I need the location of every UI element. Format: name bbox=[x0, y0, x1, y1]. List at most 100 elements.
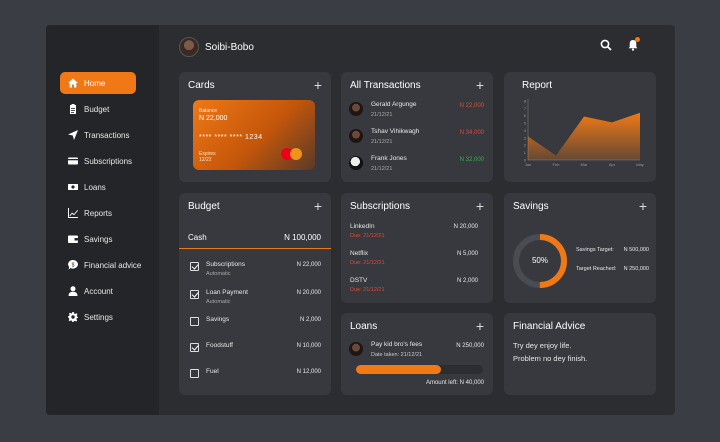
budget-checkbox[interactable] bbox=[190, 262, 199, 271]
sidebar-item-financial-advice[interactable]: $ Financial advice bbox=[60, 254, 152, 276]
subscription-row[interactable]: DSTV Due: 21/12/21 N 2,000 bbox=[350, 277, 478, 299]
add-savings-button[interactable]: + bbox=[639, 199, 647, 213]
sidebar-item-transactions[interactable]: Transactions bbox=[60, 124, 136, 146]
sidebar-item-budget[interactable]: Budget bbox=[60, 98, 136, 120]
savings-reached-label: Target Reached: bbox=[576, 266, 617, 272]
loan-amount: N 250,000 bbox=[456, 343, 484, 349]
transaction-row[interactable]: Frank Jones 21/12/21 N 32,000 bbox=[349, 155, 484, 175]
home-icon bbox=[68, 78, 78, 88]
financial-advice-panel: Financial Advice Try dey enjoy life. Pro… bbox=[504, 313, 656, 395]
chart-x-tick: May bbox=[636, 162, 644, 167]
budget-item-sub: Automatic bbox=[206, 271, 231, 277]
cash-label: Cash bbox=[188, 233, 207, 242]
budget-row[interactable]: Savings N 2,000 bbox=[190, 314, 321, 334]
chart-y-tick: 8 bbox=[524, 98, 527, 103]
budget-item-name: Loan Payment bbox=[206, 289, 248, 296]
cards-panel: Cards + Balance N 22,000 **** **** **** … bbox=[179, 72, 331, 182]
budget-item-name: Savings bbox=[206, 316, 230, 323]
sidebar-item-settings[interactable]: Settings bbox=[60, 306, 136, 328]
loans-panel: Loans + Pay kid bro's fees Date taken: 2… bbox=[341, 313, 493, 395]
sidebar-item-reports[interactable]: Reports bbox=[60, 202, 136, 224]
budget-checkbox[interactable] bbox=[190, 317, 199, 326]
sidebar-item-subscriptions[interactable]: Subscriptions bbox=[60, 150, 136, 172]
budget-row[interactable]: Fuel N 12,000 bbox=[190, 366, 321, 386]
savings-target-label: Savings Target: bbox=[576, 247, 614, 253]
add-transaction-button[interactable]: + bbox=[476, 78, 484, 92]
transaction-date: 21/12/21 bbox=[371, 112, 393, 118]
transaction-name: Tshav Vihikwagh bbox=[371, 128, 420, 135]
subscription-due: Due: 21/12/21 bbox=[350, 233, 385, 239]
gear-icon bbox=[68, 312, 78, 322]
card-expiry: 12/22 bbox=[199, 157, 212, 163]
chart-icon bbox=[68, 208, 78, 218]
add-loan-button[interactable]: + bbox=[476, 319, 484, 333]
loan-name: Pay kid bro's fees bbox=[371, 341, 423, 348]
subscription-name: LinkedIn bbox=[350, 223, 375, 230]
transaction-name: Gerald Argunge bbox=[371, 101, 417, 108]
add-budget-button[interactable]: + bbox=[314, 199, 322, 213]
search-icon[interactable] bbox=[600, 38, 612, 51]
transaction-date: 21/12/21 bbox=[371, 139, 393, 145]
report-panel: Report 0 1 2 3 4 5 6 7 8 Jan Feb Mar Apr May bbox=[504, 72, 656, 182]
avatar bbox=[349, 102, 363, 116]
subscription-due: Due: 21/12/21 bbox=[350, 260, 385, 266]
balance-label: Balance bbox=[199, 108, 218, 114]
transaction-row[interactable]: Tshav Vihikwagh 21/12/21 N 34,000 bbox=[349, 128, 484, 148]
chart-x-tick: Feb bbox=[553, 162, 561, 167]
savings-percent: 50% bbox=[531, 256, 548, 265]
add-subscription-button[interactable]: + bbox=[476, 199, 484, 213]
username: Soibi-Bobo bbox=[205, 41, 254, 53]
sidebar-item-loans[interactable]: Loans bbox=[60, 176, 136, 198]
budget-row[interactable]: Subscriptions Automatic N 22,000 bbox=[190, 259, 321, 279]
sidebar-item-label: Loans bbox=[84, 182, 106, 192]
avatar bbox=[349, 156, 363, 170]
bank-card[interactable]: Balance N 22,000 **** **** **** 1234 Exp… bbox=[193, 100, 315, 170]
subscription-row[interactable]: LinkedIn Due: 21/12/21 N 20,000 bbox=[350, 223, 478, 245]
sidebar-item-home[interactable]: Home bbox=[60, 72, 136, 94]
chart-x-tick: Apr bbox=[609, 162, 616, 167]
bell-icon[interactable] bbox=[627, 37, 640, 51]
user-profile[interactable]: Soibi-Bobo bbox=[179, 37, 254, 57]
loan-row[interactable]: Pay kid bro's fees Date taken: 21/12/21 … bbox=[349, 341, 484, 361]
subscription-name: Netflix bbox=[350, 250, 369, 257]
budget-item-name: Subscriptions bbox=[206, 261, 246, 268]
transaction-name: Frank Jones bbox=[371, 155, 407, 162]
subscription-row[interactable]: Netflix Due: 21/12/21 N 5,000 bbox=[350, 250, 478, 272]
chart-y-tick: 3 bbox=[524, 135, 527, 140]
chart-x-tick: Mar bbox=[581, 162, 589, 167]
budget-row[interactable]: Foodstuff N 10,000 bbox=[190, 340, 321, 360]
subscription-name: DSTV bbox=[350, 277, 368, 284]
clipboard-icon bbox=[68, 104, 78, 114]
subscriptions-panel: Subscriptions + LinkedIn Due: 21/12/21 N… bbox=[341, 193, 493, 303]
budget-row[interactable]: Loan Payment Automatic N 20,000 bbox=[190, 287, 321, 307]
budget-checkbox[interactable] bbox=[190, 369, 199, 378]
budget-item-amount: N 2,000 bbox=[299, 317, 321, 323]
transaction-row[interactable]: Gerald Argunge 21/12/21 N 22,000 bbox=[349, 101, 484, 121]
sidebar-item-account[interactable]: Account bbox=[60, 280, 136, 302]
sidebar-item-label: Reports bbox=[84, 208, 113, 218]
sidebar-item-label: Transactions bbox=[84, 130, 130, 140]
budget-item-amount: N 10,000 bbox=[296, 343, 321, 349]
sidebar: Home Budget Transactions Subscriptions L… bbox=[46, 25, 159, 415]
avatar bbox=[349, 129, 363, 143]
subscription-amount: N 20,000 bbox=[453, 224, 478, 230]
chart-y-tick: 7 bbox=[524, 106, 527, 111]
loan-progress-fill bbox=[356, 365, 442, 374]
chart-y-tick: 4 bbox=[524, 128, 527, 133]
sidebar-item-label: Home bbox=[84, 78, 106, 88]
subscriptions-title: Subscriptions bbox=[350, 201, 411, 212]
cards-title: Cards bbox=[188, 80, 215, 91]
avatar bbox=[349, 342, 363, 356]
budget-checkbox[interactable] bbox=[190, 290, 199, 299]
loan-date: Date taken: 21/12/21 bbox=[371, 352, 423, 358]
advice-icon: $ bbox=[68, 260, 78, 270]
add-card-button[interactable]: + bbox=[314, 78, 322, 92]
avatar bbox=[179, 37, 199, 57]
app-window: Home Budget Transactions Subscriptions L… bbox=[46, 25, 675, 415]
sidebar-item-savings[interactable]: Savings bbox=[60, 228, 136, 250]
budget-checkbox[interactable] bbox=[190, 343, 199, 352]
budget-title: Budget bbox=[188, 201, 220, 212]
savings-reached: N 250,000 bbox=[623, 266, 649, 272]
savings-title: Savings bbox=[513, 201, 549, 212]
subscription-due: Due: 21/12/21 bbox=[350, 287, 385, 293]
